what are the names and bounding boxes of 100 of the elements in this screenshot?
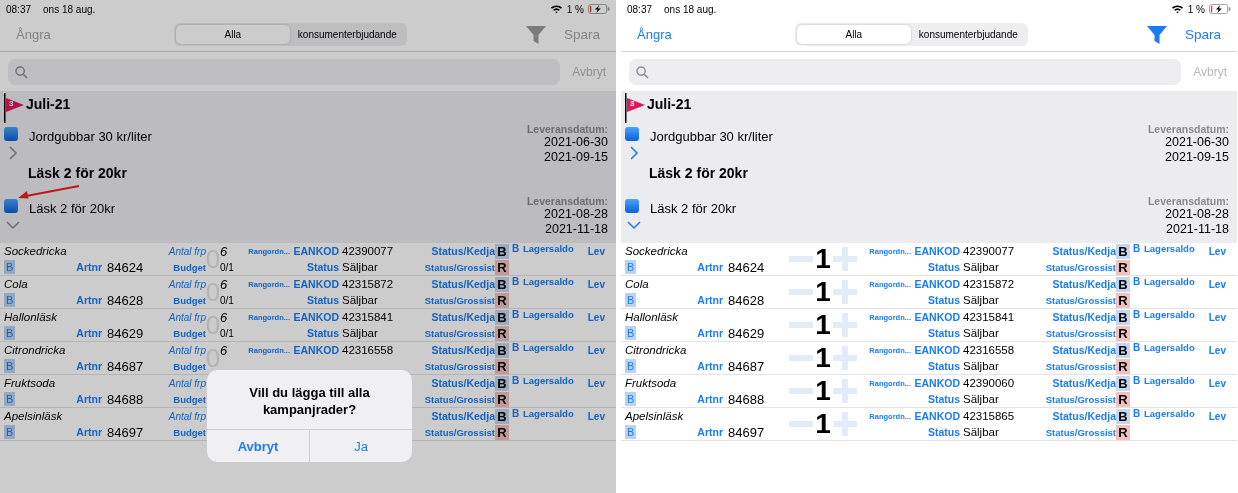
- plus-icon[interactable]: [832, 280, 857, 304]
- count-label: Antal frp: [168, 278, 206, 290]
- chain-status-label: Status/Kedja: [431, 344, 495, 356]
- chevron-down-icon[interactable]: [627, 218, 641, 232]
- wholesaler-status-badge: R: [1116, 292, 1130, 308]
- artnr-label: Artnr: [76, 327, 102, 339]
- filter-icon[interactable]: [525, 24, 546, 45]
- end-date: 2021-09-15: [544, 150, 608, 165]
- pointer-arrow: [18, 185, 80, 199]
- segment-tab[interactable]: konsumenterbjudande: [289, 25, 405, 44]
- segment-tab[interactable]: Alla: [175, 25, 290, 44]
- ean-label: EANKOD: [914, 245, 960, 257]
- campaign-name[interactable]: Läsk 2 för 20kr: [650, 201, 736, 216]
- wholesaler-status-badge: R: [495, 292, 509, 308]
- artnr-value: 84628: [727, 293, 766, 308]
- wholesaler-status-label: Status/Grossist: [1045, 261, 1116, 273]
- stock-label: Lagersaldo: [1144, 375, 1196, 386]
- filter-icon[interactable]: [1146, 24, 1167, 45]
- search-field[interactable]: [629, 59, 1182, 85]
- plus-icon[interactable]: [832, 379, 857, 403]
- artnr-label: Artnr: [697, 426, 723, 438]
- segment-tab[interactable]: konsumenterbjudande: [910, 25, 1026, 44]
- flag-count: 3: [9, 99, 14, 108]
- wholesaler-status-badge: R: [495, 325, 509, 341]
- chain-small-label: B: [1132, 342, 1142, 353]
- artnr-label: Artnr: [697, 294, 723, 306]
- wholesaler-status-label: Status/Grossist: [424, 294, 495, 306]
- delivery-label: Leveransdatum:: [526, 123, 608, 135]
- segment-tab[interactable]: Alla: [796, 25, 911, 44]
- chevron-right-icon[interactable]: [627, 146, 641, 160]
- plus-icon[interactable]: [832, 313, 857, 337]
- chain-small-label: B: [511, 243, 521, 254]
- lev-label: Lev: [587, 378, 605, 389]
- chain-small-label: B: [511, 276, 521, 287]
- status-label: Status: [927, 360, 960, 372]
- search-icon: [15, 65, 28, 79]
- minus-icon[interactable]: [789, 256, 814, 262]
- product-badge: B: [4, 260, 16, 274]
- minus-icon[interactable]: [789, 289, 814, 295]
- wholesaler-status-badge: R: [1116, 358, 1130, 374]
- lev-label: Lev: [587, 345, 605, 356]
- wifi-icon: [549, 4, 563, 14]
- stock-label: Lagersaldo: [523, 276, 575, 287]
- product-name: Sockedricka: [4, 245, 68, 257]
- status-label: Status: [927, 426, 960, 438]
- budget-value: 0/1: [220, 294, 235, 306]
- status-label: Status: [927, 327, 960, 339]
- artnr-label: Artnr: [76, 294, 102, 306]
- artnr-value: 84629: [106, 326, 145, 341]
- status-value: Säljbar: [962, 393, 1000, 405]
- wholesaler-status-label: Status/Grossist: [424, 426, 495, 438]
- delivery-label: Leveransdatum:: [1147, 195, 1229, 207]
- campaign-square-icon: [625, 126, 639, 141]
- ean-label: EANKOD: [914, 278, 960, 290]
- quantity-value: 0: [205, 276, 221, 308]
- chain-small-label: B: [511, 408, 521, 419]
- product-name: Apelsinläsk: [4, 410, 64, 422]
- artnr-value: 84629: [727, 326, 766, 341]
- budget-label: Budget: [173, 327, 206, 339]
- plus-icon[interactable]: [832, 412, 857, 436]
- lev-label: Lev: [1208, 312, 1226, 323]
- chain-status-label: Status/Kedja: [1052, 410, 1116, 422]
- stock-label: Lagersaldo: [1144, 342, 1196, 353]
- battery-icon: [588, 4, 610, 14]
- chain-small-label: B: [511, 309, 521, 320]
- alert-button[interactable]: Avbryt: [207, 430, 309, 462]
- minus-icon[interactable]: [789, 322, 814, 328]
- minus-icon[interactable]: [789, 388, 814, 394]
- campaign-name[interactable]: Jordgubbar 30 kr/liter: [650, 129, 773, 144]
- wholesaler-status-badge: R: [1116, 424, 1130, 440]
- artnr-label: Artnr: [697, 261, 723, 273]
- stock-label: Lagersaldo: [523, 243, 575, 254]
- search-field[interactable]: [8, 59, 561, 85]
- wholesaler-status-label: Status/Grossist: [424, 261, 495, 273]
- wholesaler-status-badge: R: [1116, 259, 1130, 275]
- plus-icon[interactable]: [832, 346, 857, 370]
- status-label: Status: [927, 261, 960, 273]
- product-name: Sockedricka: [625, 245, 689, 257]
- artnr-value: 84688: [727, 392, 766, 407]
- chevron-down-icon[interactable]: [6, 218, 20, 232]
- plus-icon[interactable]: [832, 247, 857, 271]
- artnr-label: Artnr: [76, 261, 102, 273]
- chevron-right-icon[interactable]: [6, 146, 20, 160]
- start-date: 2021-08-28: [544, 207, 608, 222]
- ean-value: 42390077: [962, 245, 1016, 257]
- chain-status-label: Status/Kedja: [431, 311, 495, 323]
- count-label: Antal frp: [168, 245, 206, 257]
- save-button[interactable]: Spara: [1180, 27, 1225, 42]
- campaign-name[interactable]: Jordgubbar 30 kr/liter: [29, 129, 152, 144]
- wholesaler-status-label: Status/Grossist: [424, 393, 495, 405]
- campaign-square-icon: [4, 126, 18, 141]
- artnr-value: 84697: [106, 425, 145, 440]
- minus-icon[interactable]: [789, 421, 814, 427]
- minus-icon[interactable]: [789, 355, 814, 361]
- undo-button[interactable]: Ångra: [633, 27, 676, 42]
- group-title: Juli-21: [26, 96, 71, 112]
- lev-label: Lev: [1208, 345, 1226, 356]
- alert-button[interactable]: Ja: [309, 430, 412, 462]
- status-value: Säljbar: [341, 294, 379, 306]
- campaign-name[interactable]: Läsk 2 för 20kr: [29, 201, 115, 216]
